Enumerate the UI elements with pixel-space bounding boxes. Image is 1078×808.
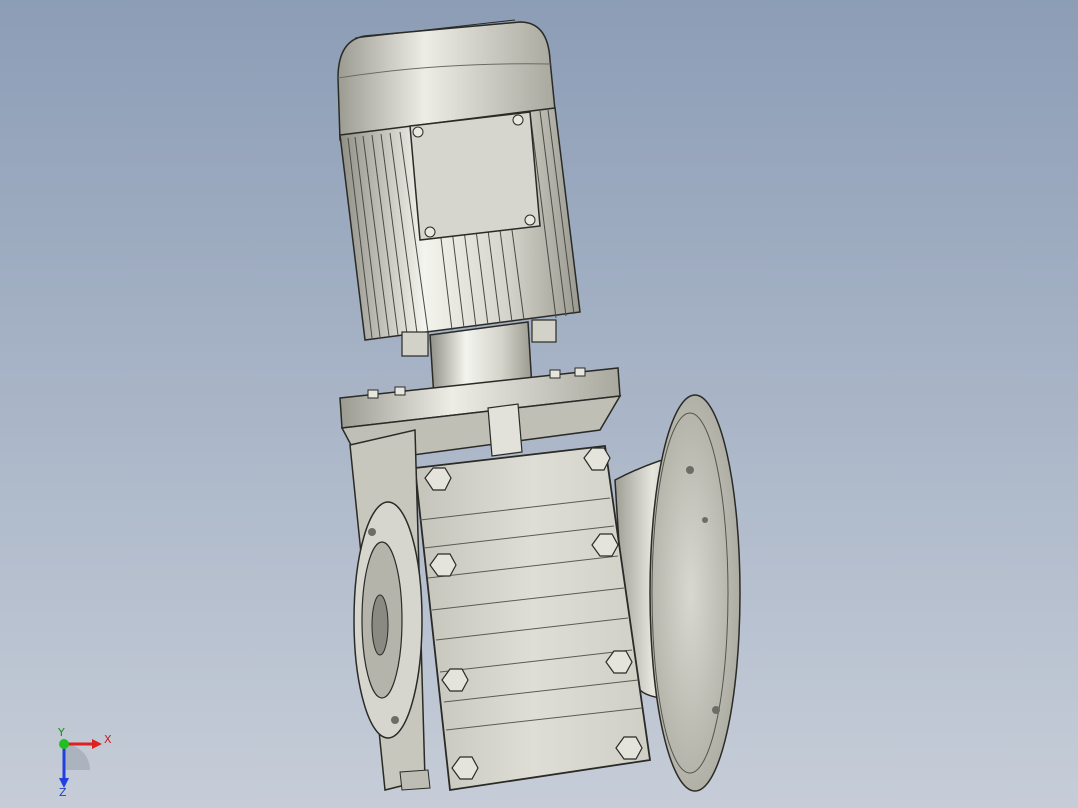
x-axis-label: X: [104, 733, 112, 746]
z-axis-label: Z: [59, 786, 67, 796]
3d-viewport[interactable]: X Y Z: [0, 0, 1078, 808]
gearbox-housing: [414, 445, 652, 792]
gear-motor-model[interactable]: [0, 0, 1078, 808]
axis-triad: X Y Z: [57, 726, 112, 796]
motor-body: [339, 107, 581, 357]
y-axis-label: Y: [57, 726, 65, 739]
y-axis-dot: [59, 739, 69, 749]
